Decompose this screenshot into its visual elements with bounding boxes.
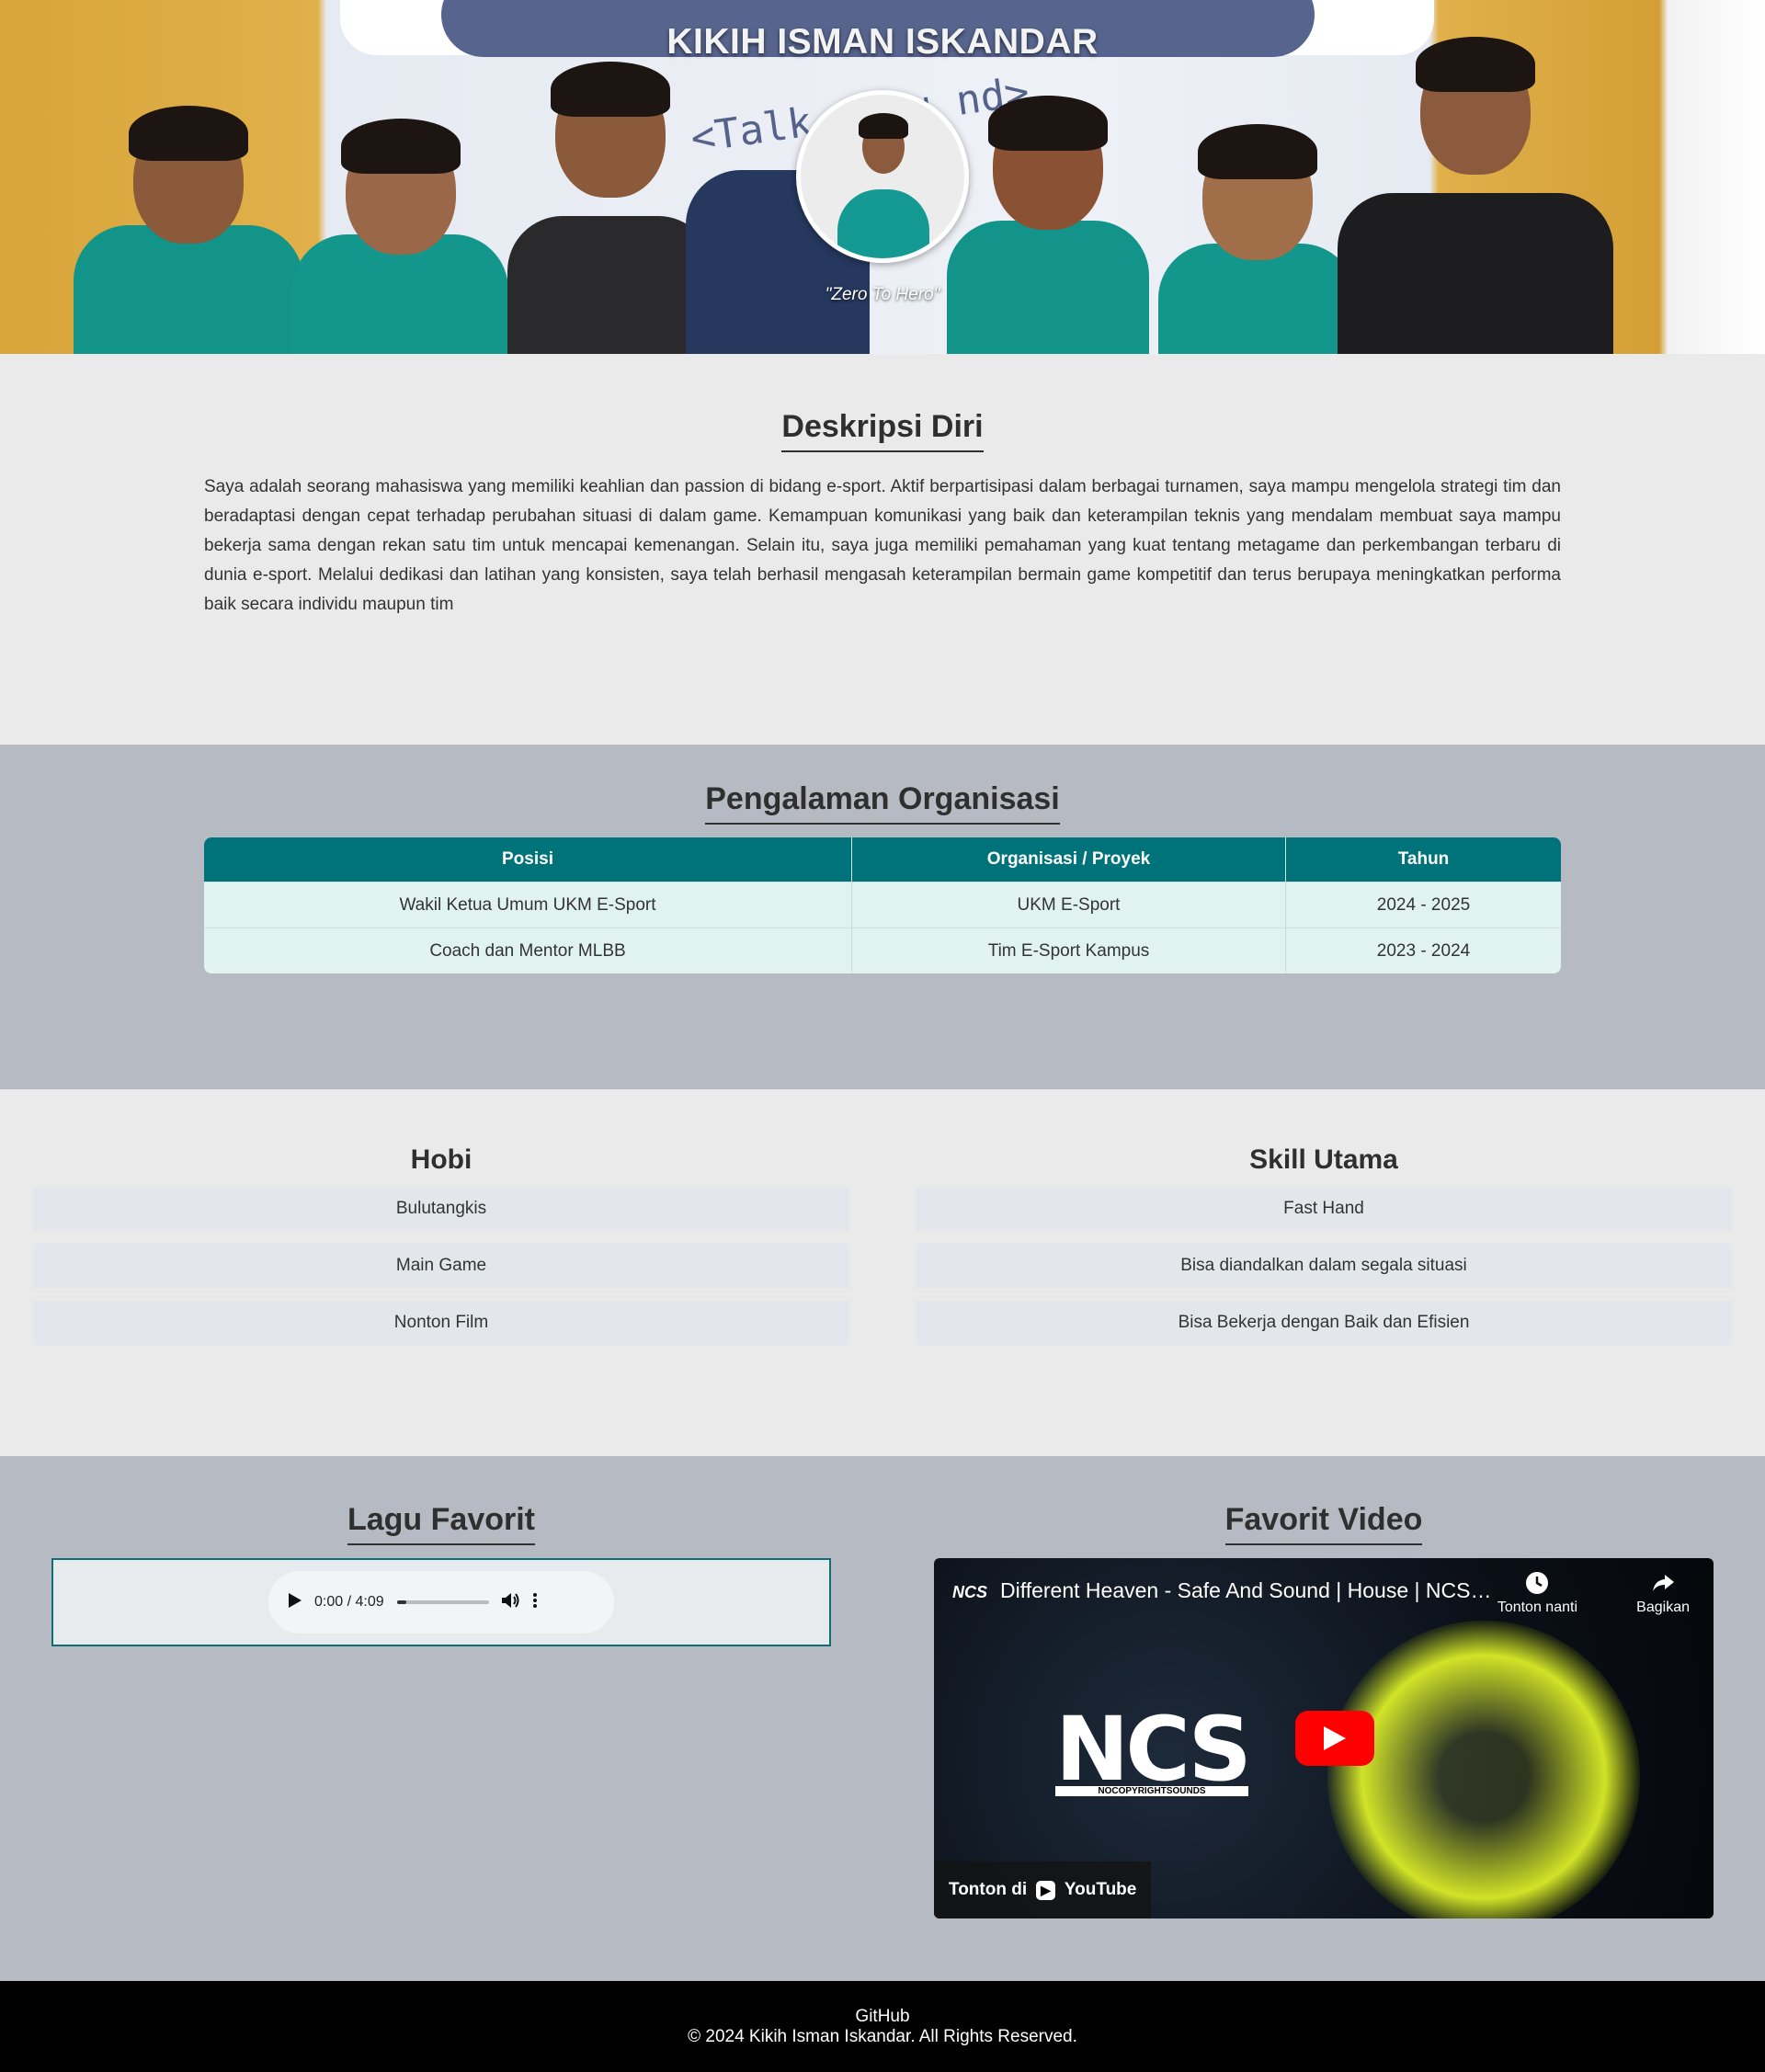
table-cell: Wakil Ketua Umum UKM E-Sport: [204, 882, 852, 928]
thumbnail-orb: [1327, 1621, 1640, 1918]
list-item: Bisa diandalkan dalam segala situasi: [916, 1244, 1732, 1288]
list-item: Nonton Film: [33, 1301, 849, 1345]
media-section: Lagu Favorit 0:00 / 4:09 Favorit Video N…: [0, 1456, 1765, 1981]
watch-on-label: Tonton di: [949, 1880, 1028, 1899]
description-section: Deskripsi Diri Saya adalah seorang mahas…: [0, 354, 1765, 745]
table-header: Posisi: [204, 837, 852, 882]
skill-heading: Skill Utama: [1249, 1144, 1398, 1175]
list-item: Main Game: [33, 1244, 849, 1288]
share-label: Bagikan: [1636, 1600, 1690, 1615]
youtube-logo-icon: ▶: [1036, 1880, 1055, 1900]
list-item: Bisa Bekerja dengan Baik dan Efisien: [916, 1301, 1732, 1345]
youtube-label: YouTube: [1064, 1880, 1137, 1899]
play-icon: [1324, 1726, 1346, 1750]
video-column: Favorit Video NCS Different Heaven - Safe…: [882, 1502, 1765, 1981]
table-cell: 2024 - 2025: [1286, 882, 1561, 928]
audio-container: 0:00 / 4:09: [51, 1558, 831, 1646]
hobby-skill-section: Hobi Bulutangkis Main Game Nonton Film S…: [0, 1089, 1765, 1456]
table-cell: Coach dan Mentor MLBB: [204, 928, 852, 973]
audio-player[interactable]: 0:00 / 4:09: [268, 1571, 614, 1634]
github-link[interactable]: GitHub: [0, 2007, 1765, 2027]
list-item: Bulutangkis: [33, 1187, 849, 1231]
watch-later-button[interactable]: Tonton nanti: [1497, 1571, 1577, 1616]
youtube-embed[interactable]: NCS Different Heaven - Safe And Sound | H…: [934, 1558, 1714, 1918]
organization-section: Pengalaman Organisasi Posisi Organisasi …: [0, 745, 1765, 1089]
table-header-row: Posisi Organisasi / Proyek Tahun: [204, 837, 1561, 882]
table-row: Wakil Ketua Umum UKM E-Sport UKM E-Sport…: [204, 882, 1561, 928]
song-column: Lagu Favorit 0:00 / 4:09: [0, 1502, 882, 1981]
skill-column: Skill Utama Fast Hand Bisa diandalkan da…: [882, 1144, 1765, 1456]
video-title[interactable]: NCS Different Heaven - Safe And Sound | H…: [952, 1578, 1493, 1603]
youtube-play-button[interactable]: [1295, 1711, 1374, 1766]
hero-banner: <Talk y ou nd> KIKIH ISMAN ISKANDAR "Zer…: [0, 0, 1765, 354]
share-button[interactable]: Bagikan: [1636, 1571, 1690, 1616]
channel-logo[interactable]: NCS: [952, 1583, 987, 1601]
watch-later-label: Tonton nanti: [1497, 1600, 1577, 1615]
section-title: Favorit Video: [1224, 1502, 1423, 1545]
video-title-text[interactable]: Different Heaven - Safe And Sound | Hous…: [1000, 1578, 1493, 1602]
volume-icon[interactable]: [501, 1592, 520, 1613]
section-title: Pengalaman Organisasi: [705, 781, 1060, 825]
audio-progress-slider[interactable]: [396, 1600, 489, 1604]
section-title: Deskripsi Diri: [781, 409, 984, 452]
footer: GitHub © 2024 Kikih Isman Iskandar. All …: [0, 1981, 1765, 2072]
hero-title: KIKIH ISMAN ISKANDAR: [666, 22, 1099, 62]
list-item: Fast Hand: [916, 1187, 1732, 1231]
clock-icon: [1526, 1572, 1549, 1594]
table-row: Coach dan Mentor MLBB Tim E-Sport Kampus…: [204, 928, 1561, 973]
more-options-icon[interactable]: [532, 1592, 537, 1612]
audio-time: 0:00 / 4:09: [314, 1594, 384, 1610]
description-text: Saya adalah seorang mahasiswa yang memil…: [204, 477, 1561, 614]
table-header: Organisasi / Proyek: [852, 837, 1286, 882]
watch-on-youtube-link[interactable]: Tonton di ▶ YouTube: [934, 1861, 1152, 1918]
table-cell: 2023 - 2024: [1286, 928, 1561, 973]
table-cell: UKM E-Sport: [852, 882, 1286, 928]
section-title: Lagu Favorit: [347, 1502, 536, 1545]
hero-quote: "Zero To Hero": [825, 285, 940, 304]
table-cell: Tim E-Sport Kampus: [852, 928, 1286, 973]
profile-avatar: [796, 90, 969, 263]
organization-table: Posisi Organisasi / Proyek Tahun Wakil K…: [204, 837, 1561, 973]
play-icon[interactable]: [289, 1592, 302, 1612]
copyright-text: © 2024 Kikih Isman Iskandar. All Rights …: [688, 2027, 1077, 2046]
thumbnail-subtitle: NOCOPYRIGHTSOUNDS: [1055, 1786, 1248, 1796]
hobby-column: Hobi Bulutangkis Main Game Nonton Film: [0, 1144, 882, 1456]
hobby-heading: Hobi: [410, 1144, 473, 1175]
person-figure: [1338, 37, 1613, 354]
table-header: Tahun: [1286, 837, 1561, 882]
share-icon: [1653, 1575, 1675, 1591]
